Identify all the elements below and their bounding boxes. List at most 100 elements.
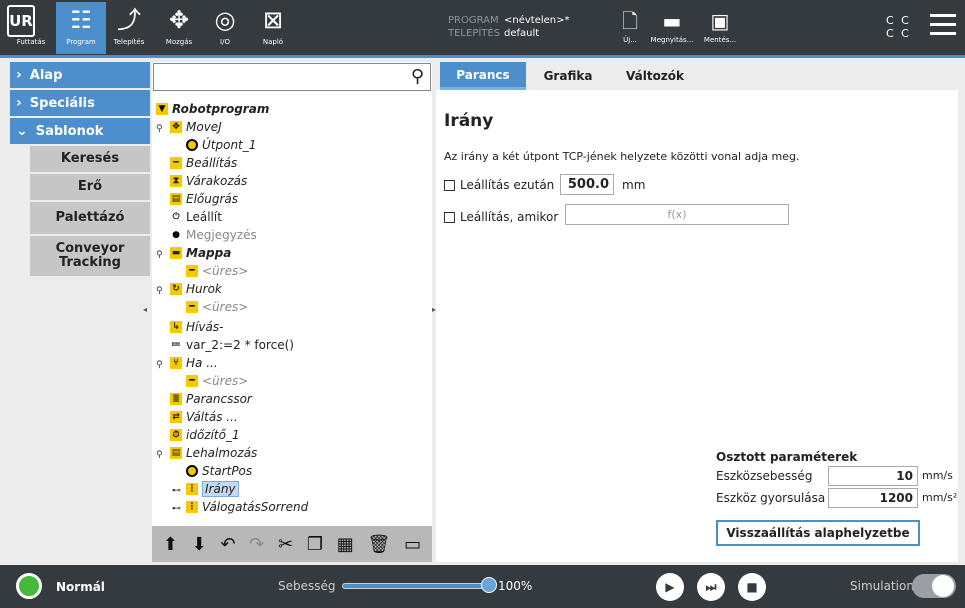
nav-program[interactable]: ☷ Program bbox=[56, 2, 106, 54]
cc-line-2: C C bbox=[886, 27, 911, 40]
tree-node-waypoint-1[interactable]: Útpont_1 bbox=[186, 136, 256, 154]
checkbox-box[interactable] bbox=[444, 211, 455, 223]
tree-node-timer[interactable]: ⏱ időzítő_1 bbox=[170, 426, 240, 444]
tree-node-direction[interactable]: ⋮ Irány bbox=[186, 480, 239, 498]
shared-parameters: Osztott paraméterek Eszközsebesség 10 mm… bbox=[700, 450, 958, 546]
program-icon: ☷ bbox=[70, 6, 92, 34]
tree-node-assignment[interactable]: ≔ var_2:=2 * force() bbox=[170, 336, 294, 354]
tree-node-wait[interactable]: ⧗ Várakozás bbox=[170, 172, 247, 190]
stop-after-checkbox[interactable]: Leállítás ezután bbox=[444, 178, 554, 192]
nav-run[interactable]: ▶ Futtatás bbox=[6, 2, 56, 54]
tab-graphics[interactable]: Grafika bbox=[528, 62, 608, 90]
tree-node-robotprogram[interactable]: ▼ Robotprogram bbox=[156, 100, 269, 118]
command-panel: Parancs Grafika Változók Irány Az irány … bbox=[436, 62, 958, 562]
nav-move-label: Mozgás bbox=[165, 38, 193, 46]
expand-pin-icon[interactable]: ⚲ bbox=[156, 124, 163, 134]
tree-node-call[interactable]: ↳ Hívás- bbox=[170, 318, 223, 336]
footer-bar: Normál Sebesség 100% ▶ ⏭ ■ Simulation bbox=[0, 565, 965, 608]
stop-after-distance-input[interactable]: 500.0 bbox=[560, 174, 614, 195]
tree-node-folder[interactable]: ▬ Mappa bbox=[170, 244, 231, 262]
cut-icon[interactable]: ✂ bbox=[278, 534, 293, 555]
expand-pin-icon[interactable]: ⚲ bbox=[156, 286, 163, 296]
top-accent-bar bbox=[0, 55, 965, 58]
tree-node-switch[interactable]: ⇄ Váltás ... bbox=[170, 408, 238, 426]
sidebar-item-force[interactable]: Erő bbox=[30, 174, 150, 200]
expand-pin-icon[interactable]: ⚲ bbox=[156, 360, 163, 370]
tree-search-input[interactable]: ⚲ bbox=[153, 63, 431, 91]
installation-icon: ⤴ bbox=[117, 6, 141, 34]
save-button[interactable]: ▣ Mentés... bbox=[698, 6, 742, 50]
tree-node-label: időzítő_1 bbox=[186, 428, 240, 442]
tree-node-movej[interactable]: ✥ MoveJ bbox=[170, 118, 222, 136]
sidebar-category-templates[interactable]: ⌄ Sablonok bbox=[10, 118, 150, 144]
tool-speed-label: Eszközsebesség bbox=[716, 469, 813, 483]
nav-installation[interactable]: ⤴ Telepítés bbox=[104, 2, 154, 54]
tree-node-sequence[interactable]: ⋮ VálogatásSorrend bbox=[186, 498, 308, 516]
tree-node-stack[interactable]: ▤ Lehalmozás bbox=[170, 444, 257, 462]
expand-pin-icon[interactable]: ⚲ bbox=[156, 450, 163, 460]
cc-line-1: C C bbox=[886, 14, 911, 27]
delete-icon[interactable]: 🗑 bbox=[368, 534, 391, 555]
tree-node-if[interactable]: ⑂ Ha ... bbox=[170, 354, 218, 372]
simulation-toggle[interactable] bbox=[912, 574, 956, 598]
tool-accel-input[interactable]: 1200 bbox=[828, 488, 918, 508]
reset-defaults-button[interactable]: Visszaállítás alaphelyzetbe bbox=[716, 520, 920, 546]
tree-node-script[interactable]: ≣ Parancssor bbox=[170, 390, 252, 408]
tree-node-startpos[interactable]: StartPos bbox=[186, 462, 252, 480]
move-up-icon[interactable]: ⬆ bbox=[163, 534, 178, 555]
search-icon[interactable]: ⚲ bbox=[411, 66, 424, 87]
tree-node-empty[interactable]: ━ <üres> bbox=[186, 372, 248, 390]
sidebar-item-search[interactable]: Keresés bbox=[30, 146, 150, 172]
collapse-pin-icon[interactable]: ⊷ bbox=[172, 486, 181, 496]
sidebar-category-basic[interactable]: › Alap bbox=[10, 62, 150, 88]
speed-slider-handle[interactable] bbox=[481, 577, 497, 593]
stop-when-expression-input[interactable]: f(x) bbox=[565, 204, 789, 225]
toggle-knob bbox=[932, 575, 954, 597]
nav-log-label: Napló bbox=[262, 38, 284, 46]
play-button[interactable]: ▶ bbox=[656, 573, 684, 601]
tree-node-empty[interactable]: ━ <üres> bbox=[186, 262, 248, 280]
open-button[interactable]: ▬ Megnyitás... bbox=[650, 6, 694, 50]
new-button[interactable]: 🗋 Új... bbox=[608, 6, 652, 50]
hamburger-menu-icon[interactable] bbox=[930, 14, 956, 36]
robot-status-indicator[interactable] bbox=[16, 573, 42, 599]
tree-node-label: Váltás ... bbox=[186, 410, 238, 424]
collapse-pin-icon[interactable]: ⊷ bbox=[172, 504, 181, 514]
redo-icon[interactable]: ↷ bbox=[249, 534, 264, 555]
tree-node-empty[interactable]: ━ <üres> bbox=[186, 298, 248, 316]
tool-speed-input[interactable]: 10 bbox=[828, 466, 918, 486]
step-button[interactable]: ⏭ bbox=[697, 573, 725, 601]
sequence-icon: ⋮ bbox=[186, 501, 198, 513]
log-icon: ⊠ bbox=[262, 6, 284, 34]
sidebar-item-conveyor-tracking[interactable]: Conveyor Tracking bbox=[30, 236, 150, 276]
expand-pin-icon[interactable]: ⚲ bbox=[156, 250, 163, 260]
tree-node-loop[interactable]: ↻ Hurok bbox=[170, 280, 222, 298]
copy-icon[interactable]: ❐ bbox=[307, 534, 323, 555]
speed-slider[interactable] bbox=[342, 583, 492, 589]
tree-node-label: Parancssor bbox=[186, 392, 252, 406]
sidebar-category-advanced[interactable]: › Speciális bbox=[10, 90, 150, 116]
nav-io[interactable]: ◎ I/O bbox=[200, 2, 250, 54]
left-collapse-handle-icon[interactable]: ◂ bbox=[143, 305, 151, 317]
undo-icon[interactable]: ↶ bbox=[220, 534, 235, 555]
tree-node-set[interactable]: ━ Beállítás bbox=[170, 154, 237, 172]
sidebar-item-palletizing[interactable]: Palettázó bbox=[30, 202, 150, 234]
tree-node-comment[interactable]: ● Megjegyzés bbox=[170, 226, 257, 244]
tab-command[interactable]: Parancs bbox=[440, 62, 526, 90]
stop-button[interactable]: ■ bbox=[738, 573, 766, 601]
nav-log[interactable]: ⊠ Napló bbox=[248, 2, 298, 54]
paste-icon[interactable]: ▦ bbox=[337, 534, 354, 555]
checkbox-box[interactable] bbox=[444, 179, 455, 191]
stop-when-checkbox[interactable]: Leállítás, amikor bbox=[444, 210, 558, 224]
move-down-icon[interactable]: ⬇ bbox=[192, 534, 207, 555]
tree-node-popup[interactable]: ▤ Előugrás bbox=[170, 190, 238, 208]
stop-icon: ■ bbox=[746, 580, 758, 594]
command-title: Irány bbox=[444, 111, 494, 131]
tab-variables[interactable]: Változók bbox=[612, 62, 698, 90]
nav-installation-label: Telepítés bbox=[113, 38, 145, 46]
nav-move[interactable]: ✥ Mozgás bbox=[154, 2, 204, 54]
program-key: PROGRAM bbox=[448, 15, 499, 26]
suppress-icon[interactable]: ▭ bbox=[404, 534, 421, 555]
tree-node-halt[interactable]: ⏻ Leállít bbox=[170, 208, 221, 226]
move-icon: ✥ bbox=[168, 6, 190, 34]
